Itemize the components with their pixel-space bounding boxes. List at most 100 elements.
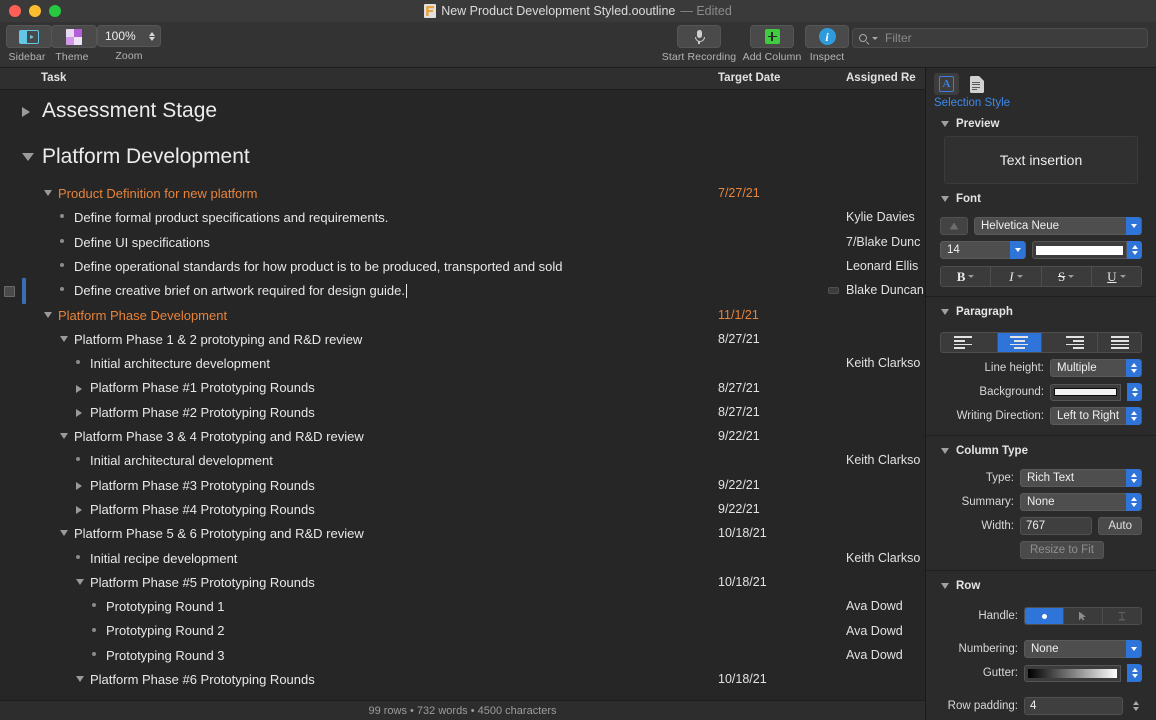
row-task-text[interactable]: Assessment Stage bbox=[42, 99, 217, 123]
chevron-down-icon[interactable] bbox=[941, 196, 949, 202]
outline-row[interactable]: Prototyping Round 3 Ava Dowd bbox=[0, 644, 925, 668]
column-header-task[interactable]: Task bbox=[41, 72, 66, 84]
underline-button[interactable]: U bbox=[1091, 267, 1141, 286]
chevron-right-icon[interactable] bbox=[76, 481, 82, 490]
row-disclosure[interactable] bbox=[76, 384, 82, 393]
row-disclosure[interactable] bbox=[76, 676, 84, 683]
row-task-text[interactable]: Prototyping Round 3 bbox=[106, 648, 225, 663]
row-task-text[interactable]: Define creative brief on artwork require… bbox=[74, 283, 407, 299]
gutter-swatch[interactable] bbox=[1024, 664, 1121, 682]
align-justify-button[interactable] bbox=[1098, 333, 1141, 352]
row-target-date[interactable]: 10/18/21 bbox=[718, 526, 767, 540]
row-target-date[interactable]: 8/27/21 bbox=[718, 381, 760, 395]
column-header-target-date[interactable]: Target Date bbox=[718, 72, 780, 84]
chevron-down-icon[interactable] bbox=[968, 275, 975, 278]
chevron-down-icon[interactable] bbox=[76, 676, 84, 683]
outline-row[interactable]: Platform Phase #4 Prototyping Rounds 9/22… bbox=[0, 498, 925, 522]
row-status-chip[interactable] bbox=[828, 287, 839, 295]
row-target-date[interactable]: 10/18/21 bbox=[718, 575, 767, 589]
chevron-down-icon[interactable] bbox=[941, 121, 949, 127]
chevron-down-icon[interactable] bbox=[1010, 241, 1025, 259]
chevron-down-icon[interactable] bbox=[1119, 275, 1126, 278]
start-recording-toolbar-item[interactable]: Start Recording bbox=[655, 25, 743, 63]
row-task-text[interactable]: Platform Phase 3 & 4 Prototyping and R&D… bbox=[74, 429, 364, 444]
outline-row[interactable]: Initial architecture development Keith Cl… bbox=[0, 352, 925, 376]
row-drag-handle[interactable] bbox=[4, 285, 15, 297]
outline-row[interactable]: Define formal product specifications and… bbox=[0, 206, 925, 230]
row-assigned-resource[interactable]: Keith Clarkso bbox=[846, 453, 920, 467]
theme-toolbar-item[interactable]: Theme bbox=[51, 25, 97, 63]
row-task-text[interactable]: Platform Phase #5 Prototyping Rounds bbox=[90, 575, 315, 590]
outline-row[interactable]: Platform Phase #2 Prototyping Rounds 8/27… bbox=[0, 401, 925, 425]
resize-to-fit-button[interactable]: Resize to Fit bbox=[1020, 541, 1104, 559]
inspect-toolbar-item[interactable]: i Inspect bbox=[803, 25, 851, 63]
line-height-stepper[interactable] bbox=[1126, 359, 1141, 377]
sidebar-button[interactable] bbox=[6, 25, 52, 48]
row-disclosure[interactable] bbox=[76, 481, 82, 490]
outline-row[interactable]: Platform Phase #5 Prototyping Rounds 10/1… bbox=[0, 571, 925, 595]
chevron-down-icon[interactable] bbox=[941, 448, 949, 454]
alignment-segmented-control[interactable] bbox=[940, 332, 1142, 353]
chevron-down-icon[interactable] bbox=[60, 530, 68, 537]
chevron-down-icon[interactable] bbox=[872, 36, 878, 40]
writing-direction-stepper[interactable] bbox=[1126, 407, 1141, 425]
outline-row[interactable]: Platform Development bbox=[0, 136, 925, 182]
row-task-text[interactable]: Platform Phase #6 Prototyping Rounds bbox=[90, 672, 315, 687]
chevron-down-icon[interactable] bbox=[22, 153, 34, 161]
minimize-button[interactable] bbox=[29, 5, 41, 17]
chevron-down-icon[interactable] bbox=[76, 578, 84, 585]
auto-width-button[interactable]: Auto bbox=[1098, 517, 1142, 535]
row-task-text[interactable]: Platform Development bbox=[42, 145, 250, 169]
chevron-down-icon[interactable] bbox=[941, 583, 949, 589]
outline-row[interactable]: Prototyping Round 2 Ava Dowd bbox=[0, 619, 925, 643]
row-disclosure[interactable] bbox=[76, 506, 82, 515]
writing-direction-select[interactable]: Left to Right bbox=[1050, 407, 1142, 425]
chevron-down-icon[interactable] bbox=[1016, 275, 1023, 278]
column-type-section-header[interactable]: Column Type bbox=[926, 436, 1156, 463]
italic-button[interactable]: I bbox=[991, 267, 1042, 286]
outline-row[interactable]: Prototyping Round 1 Ava Dowd bbox=[0, 595, 925, 619]
row-handle-segmented-control[interactable] bbox=[1024, 607, 1142, 625]
strikethrough-button[interactable]: S bbox=[1041, 267, 1092, 286]
row-task-text[interactable]: Initial recipe development bbox=[90, 551, 237, 566]
chevron-down-icon[interactable] bbox=[1126, 640, 1141, 658]
row-target-date[interactable]: 9/22/21 bbox=[718, 502, 760, 516]
row-disclosure[interactable] bbox=[22, 107, 30, 117]
column-type-select[interactable]: Rich Text bbox=[1020, 469, 1142, 487]
row-task-text[interactable]: Platform Phase #2 Prototyping Rounds bbox=[90, 405, 315, 420]
font-family-select[interactable]: Helvetica Neue bbox=[974, 217, 1142, 235]
row-task-text[interactable]: Initial architecture development bbox=[90, 356, 270, 371]
row-task-text[interactable]: Platform Phase 1 & 2 prototyping and R&D… bbox=[74, 332, 362, 347]
row-target-date[interactable]: 8/27/21 bbox=[718, 332, 760, 346]
row-assigned-resource[interactable]: Keith Clarkso bbox=[846, 551, 920, 565]
row-task-text[interactable]: Platform Phase #4 Prototyping Rounds bbox=[90, 502, 315, 517]
row-task-text[interactable]: Prototyping Round 1 bbox=[106, 599, 225, 614]
sidebar-toolbar-item[interactable]: Sidebar bbox=[6, 25, 52, 63]
row-disclosure[interactable] bbox=[44, 190, 52, 197]
line-height-select[interactable]: Multiple bbox=[1050, 359, 1142, 377]
row-task-text[interactable]: Platform Phase 5 & 6 Prototyping and R&D… bbox=[74, 526, 364, 541]
tab-document[interactable] bbox=[964, 73, 989, 95]
align-center-button[interactable] bbox=[997, 333, 1042, 352]
chevron-down-icon[interactable] bbox=[941, 309, 949, 315]
handle-number-button[interactable] bbox=[1103, 608, 1141, 624]
column-summary-select[interactable]: None bbox=[1020, 493, 1142, 511]
handle-cursor-button[interactable] bbox=[1064, 608, 1103, 624]
outline-row[interactable]: Define UI specifications 7/Blake Dunc bbox=[0, 231, 925, 255]
chevron-down-icon[interactable] bbox=[44, 311, 52, 318]
row-assigned-resource[interactable]: Ava Dowd bbox=[846, 624, 903, 638]
outline-row[interactable]: Assessment Stage bbox=[0, 90, 925, 136]
row-target-date[interactable]: 9/22/21 bbox=[718, 478, 760, 492]
row-task-text[interactable]: Platform Phase #1 Prototyping Rounds bbox=[90, 380, 315, 395]
maximize-button[interactable] bbox=[49, 5, 61, 17]
zoom-stepper[interactable]: 100% bbox=[97, 25, 161, 47]
chevron-right-icon[interactable] bbox=[76, 384, 82, 393]
chevron-down-icon[interactable] bbox=[60, 335, 68, 342]
font-style-segmented-control[interactable]: B I S U bbox=[940, 266, 1142, 287]
preview-section-header[interactable]: Preview bbox=[926, 109, 1156, 136]
chevron-down-icon[interactable] bbox=[1126, 217, 1141, 235]
row-task-text[interactable]: Define operational standards for how pro… bbox=[74, 259, 563, 274]
row-assigned-resource[interactable]: 7/Blake Dunc bbox=[846, 235, 920, 249]
handle-dot-button[interactable] bbox=[1025, 608, 1064, 624]
outline-row[interactable]: Initial recipe development Keith Clarkso bbox=[0, 547, 925, 571]
